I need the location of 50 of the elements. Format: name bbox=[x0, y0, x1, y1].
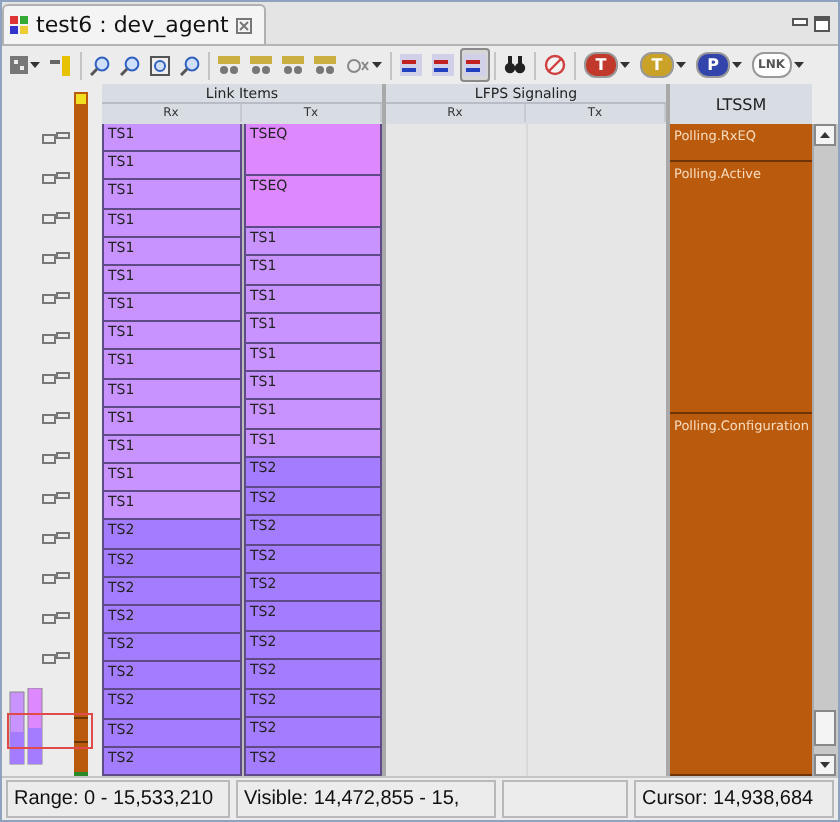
toolbar-button[interactable]: T bbox=[580, 48, 634, 82]
maximize-icon[interactable] bbox=[814, 16, 830, 32]
marker-icon[interactable] bbox=[42, 652, 70, 664]
marker-icon[interactable] bbox=[42, 172, 70, 184]
range-readout: Range: 0 - 15,533,210 bbox=[6, 780, 230, 818]
group-icon bbox=[282, 55, 304, 75]
zoom-icon bbox=[120, 55, 140, 75]
toolbar-button[interactable] bbox=[396, 48, 426, 82]
marker-icon[interactable] bbox=[42, 132, 70, 144]
marker-icon[interactable] bbox=[42, 332, 70, 344]
marker-icon bbox=[50, 55, 72, 75]
cursor-readout: Cursor: 14,938,684 bbox=[634, 780, 834, 818]
flag-icon bbox=[464, 54, 486, 76]
group-icon bbox=[218, 55, 240, 75]
marker-icon[interactable] bbox=[42, 452, 70, 464]
tab-title: test6 : dev_agent bbox=[36, 12, 229, 38]
filter-icon bbox=[346, 57, 370, 73]
scroll-thumb[interactable] bbox=[814, 710, 836, 746]
editor-tab[interactable]: test6 : dev_agent bbox=[2, 4, 267, 44]
minimize-icon[interactable] bbox=[792, 16, 808, 28]
group-icon bbox=[314, 55, 336, 75]
group-icon bbox=[250, 55, 272, 75]
toolbar-button[interactable] bbox=[428, 48, 458, 82]
marker-icon[interactable] bbox=[42, 572, 70, 584]
marker-icon[interactable] bbox=[42, 292, 70, 304]
cancel-icon bbox=[544, 54, 566, 76]
scroll-down-icon[interactable] bbox=[814, 754, 836, 776]
marker-icon[interactable] bbox=[42, 252, 70, 264]
scroll-up-icon[interactable] bbox=[814, 124, 836, 146]
binoculars-icon bbox=[504, 56, 526, 74]
toolbar-button[interactable] bbox=[460, 48, 490, 82]
zoom-icon bbox=[180, 55, 200, 75]
flag-icon bbox=[432, 54, 454, 76]
flag-icon bbox=[400, 54, 422, 76]
scrollbar[interactable] bbox=[812, 124, 838, 776]
app-icon bbox=[10, 16, 28, 34]
marker-icon[interactable] bbox=[42, 212, 70, 224]
column-header[interactable]: LTSSM bbox=[670, 84, 812, 124]
marker-icon[interactable] bbox=[42, 412, 70, 424]
toolbar-button[interactable]: P bbox=[692, 48, 746, 82]
zoom-icon bbox=[90, 55, 110, 75]
grid-icon bbox=[10, 56, 28, 74]
minimap-drawing bbox=[6, 688, 94, 768]
marker-icon[interactable] bbox=[42, 372, 70, 384]
marker-icon[interactable] bbox=[42, 532, 70, 544]
zoom-fit-icon bbox=[150, 55, 170, 75]
marker-icon[interactable] bbox=[42, 492, 70, 504]
visible-readout: Visible: 14,472,855 - 15, bbox=[236, 780, 496, 818]
close-icon[interactable] bbox=[236, 17, 253, 33]
marker-icon[interactable] bbox=[42, 612, 70, 624]
